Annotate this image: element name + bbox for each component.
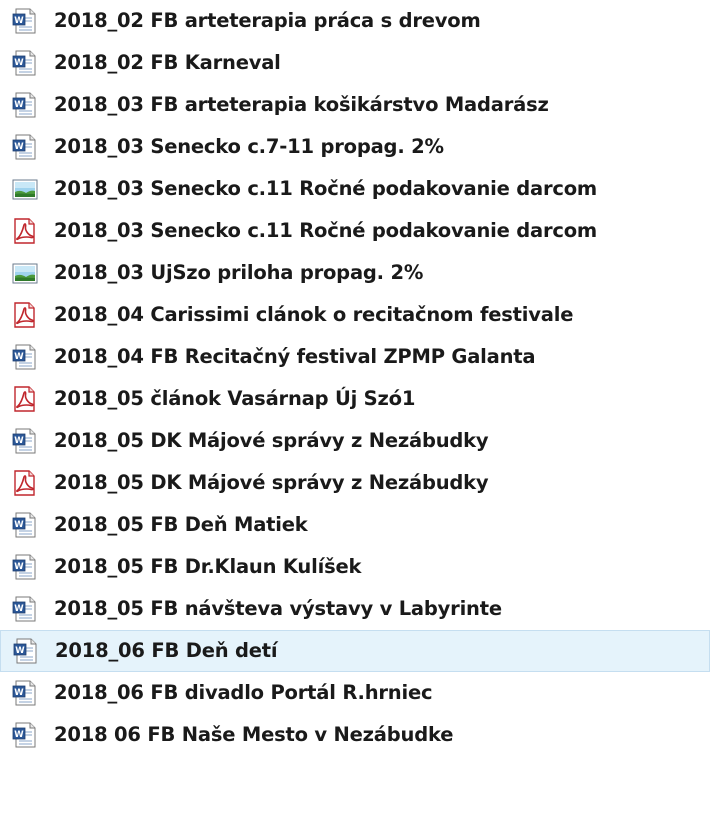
word-document-icon: W <box>11 49 39 77</box>
file-name-label: 2018_05 článok Vasárnap Új Szó1 <box>54 386 416 410</box>
file-name-label: 2018_03 Senecko c.11 Ročné podakovanie d… <box>54 176 598 200</box>
image-file-icon <box>11 259 39 287</box>
word-document-icon: W <box>11 343 39 371</box>
pdf-file-icon <box>11 301 39 329</box>
svg-text:W: W <box>14 562 24 572</box>
word-document-icon: W <box>11 679 39 707</box>
svg-text:W: W <box>15 646 25 656</box>
file-list-item[interactable]: W 2018_05 DK Májové správy z Nezábudky <box>0 420 710 462</box>
file-name-label: 2018_04 FB Recitačný festival ZPMP Galan… <box>54 344 536 368</box>
file-list-item[interactable]: W 2018_06 FB Deň detí <box>0 630 710 672</box>
file-name-label: 2018_06 FB Deň detí <box>55 638 278 662</box>
word-document-icon: W <box>11 427 39 455</box>
svg-text:W: W <box>14 604 24 614</box>
svg-text:W: W <box>14 688 24 698</box>
word-document-icon: W <box>11 133 39 161</box>
file-list-item[interactable]: 2018_04 Carissimi clánok o recitačnom fe… <box>0 294 710 336</box>
svg-text:W: W <box>14 142 24 152</box>
file-list-item[interactable]: 2018_03 UjSzo priloha propag. 2% <box>0 252 710 294</box>
file-name-label: 2018_06 FB divadlo Portál R.hrniec <box>54 680 433 704</box>
word-document-icon: W <box>11 721 39 749</box>
file-list-item[interactable]: W 2018_05 FB Deň Matiek <box>0 504 710 546</box>
file-list-item[interactable]: W 2018_04 FB Recitačný festival ZPMP Gal… <box>0 336 710 378</box>
file-name-label: 2018_03 Senecko c.11 Ročné podakovanie d… <box>54 218 598 242</box>
file-list-item[interactable]: W 2018_03 Senecko c.7-11 propag. 2% <box>0 126 710 168</box>
file-list-item[interactable]: 2018_03 Senecko c.11 Ročné podakovanie d… <box>0 210 710 252</box>
file-list-item[interactable]: W 2018 06 FB Naše Mesto v Nezábudke <box>0 714 710 756</box>
file-list-item[interactable]: W 2018_02 FB arteterapia práca s drevom <box>0 0 710 42</box>
word-document-icon: W <box>11 91 39 119</box>
svg-text:W: W <box>14 730 24 740</box>
file-name-label: 2018_05 FB Dr.Klaun Kulíšek <box>54 554 362 578</box>
file-name-label: 2018_03 Senecko c.7-11 propag. 2% <box>54 134 444 158</box>
svg-text:W: W <box>14 520 24 530</box>
word-document-icon: W <box>11 595 39 623</box>
file-name-label: 2018_03 UjSzo priloha propag. 2% <box>54 260 424 284</box>
file-name-label: 2018_02 FB Karneval <box>54 50 281 74</box>
file-list-item[interactable]: 2018_05 DK Májové správy z Nezábudky <box>0 462 710 504</box>
file-name-label: 2018_05 DK Májové správy z Nezábudky <box>54 470 489 494</box>
pdf-file-icon <box>11 469 39 497</box>
word-document-icon: W <box>11 7 39 35</box>
svg-text:W: W <box>14 436 24 446</box>
file-name-label: 2018 06 FB Naše Mesto v Nezábudke <box>54 722 454 746</box>
file-name-label: 2018_05 DK Májové správy z Nezábudky <box>54 428 489 452</box>
file-list-item[interactable]: W 2018_06 FB divadlo Portál R.hrniec <box>0 672 710 714</box>
file-list-item[interactable]: W 2018_02 FB Karneval <box>0 42 710 84</box>
svg-text:W: W <box>14 16 24 26</box>
file-name-label: 2018_04 Carissimi clánok o recitačnom fe… <box>54 302 574 326</box>
word-document-icon: W <box>12 637 40 665</box>
word-document-icon: W <box>11 511 39 539</box>
file-list-item[interactable]: 2018_05 článok Vasárnap Új Szó1 <box>0 378 710 420</box>
file-list-item[interactable]: W 2018_05 FB návšteva výstavy v Labyrint… <box>0 588 710 630</box>
svg-text:W: W <box>14 58 24 68</box>
file-name-label: 2018_05 FB Deň Matiek <box>54 512 308 536</box>
file-list-item[interactable]: W 2018_05 FB Dr.Klaun Kulíšek <box>0 546 710 588</box>
pdf-file-icon <box>11 217 39 245</box>
svg-text:W: W <box>14 352 24 362</box>
image-file-icon <box>11 175 39 203</box>
file-name-label: 2018_05 FB návšteva výstavy v Labyrinte <box>54 596 502 620</box>
word-document-icon: W <box>11 553 39 581</box>
file-name-label: 2018_03 FB arteterapia košikárstvo Madar… <box>54 92 549 116</box>
pdf-file-icon <box>11 385 39 413</box>
svg-text:W: W <box>14 100 24 110</box>
file-list-item[interactable]: W 2018_03 FB arteterapia košikárstvo Mad… <box>0 84 710 126</box>
file-name-label: 2018_02 FB arteterapia práca s drevom <box>54 8 481 32</box>
file-list-item[interactable]: 2018_03 Senecko c.11 Ročné podakovanie d… <box>0 168 710 210</box>
